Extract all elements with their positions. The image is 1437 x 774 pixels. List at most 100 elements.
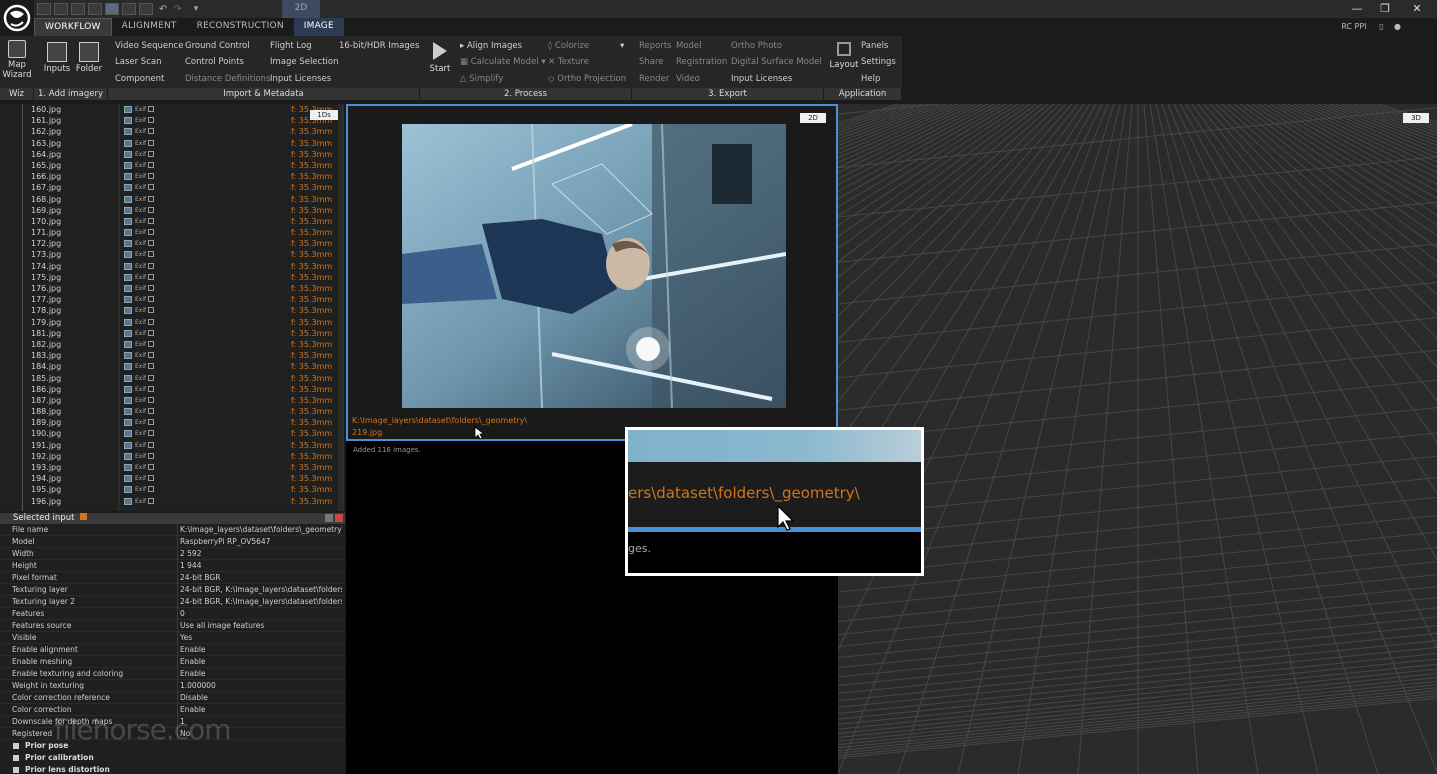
list-scrollbar[interactable] [338,104,342,511]
texture-tag-icon[interactable] [124,106,132,113]
file-checkbox[interactable] [148,195,154,202]
file-row[interactable]: 167.jpg Exif f: 35.3mm [0,182,342,193]
texture-tag-icon[interactable] [124,195,132,203]
ground-control-button[interactable]: Ground Control [185,41,250,51]
file-row[interactable]: 164.jpg Exif f: 35.3mm [0,149,342,160]
model-button[interactable]: Model [676,41,702,51]
file-row[interactable]: 171.jpg Exif f: 35.3mm [0,227,342,238]
property-row[interactable]: Weight in texturing 1.000000 [0,680,345,692]
file-row[interactable]: 189.jpg Exif f: 35.3mm [0,417,342,428]
panels-button[interactable]: Panels [861,41,888,51]
file-checkbox[interactable] [148,464,154,470]
file-checkbox[interactable] [148,217,154,224]
texture-tag-icon[interactable] [124,128,132,136]
file-row[interactable]: 166.jpg Exif f: 35.3mm [0,171,342,182]
texture-tag-icon[interactable] [124,475,132,483]
badge-1ds[interactable]: 1Ds [310,110,338,120]
tab-reconstruction[interactable]: RECONSTRUCTION [187,18,294,36]
file-row[interactable]: 184.jpg Exif f: 35.3mm [0,361,342,372]
file-checkbox[interactable] [148,419,154,426]
texture-tag-icon[interactable] [124,419,132,427]
minimize-button[interactable]: — [1343,2,1371,15]
file-checkbox[interactable] [148,486,154,493]
file-checkbox[interactable] [148,229,154,236]
tab-image[interactable]: IMAGE [293,18,344,36]
texture-tag-icon[interactable] [124,206,132,214]
panel-close-icon[interactable] [335,514,343,522]
panel-menu-icon[interactable] [325,514,333,522]
texture-tag-icon[interactable] [124,117,132,125]
file-row[interactable]: 187.jpg Exif f: 35.3mm [0,395,342,406]
input-licenses-export-button[interactable]: Input Licenses [731,74,792,84]
file-checkbox[interactable] [148,307,154,314]
property-row[interactable]: Enable alignment Enable [0,644,345,656]
badge-2d[interactable]: 2D [800,113,826,123]
digital-surface-model-button[interactable]: Digital Surface Model [731,57,822,67]
tab-workflow[interactable]: WORKFLOW [34,18,112,36]
file-row[interactable]: 188.jpg Exif f: 35.3mm [0,406,342,417]
image-selection-button[interactable]: Image Selection [270,57,339,67]
layout-1-button[interactable] [37,3,51,15]
file-row[interactable]: 196.jpg Exif f: 35.3mm [0,496,342,507]
texture-tag-icon[interactable] [124,161,132,169]
property-value[interactable]: 24-bit BGR, K:\Image_layers\dataset\fold… [180,596,342,608]
file-row[interactable]: 179.jpg Exif f: 35.3mm [0,317,342,328]
file-checkbox[interactable] [148,139,154,146]
process-menu-icon[interactable]: ▾ [620,41,624,51]
file-row[interactable]: 168.jpg Exif f: 35.3mm [0,194,342,205]
property-value[interactable]: Disable [180,692,342,704]
layout-7-button[interactable] [139,3,153,15]
texture-tag-icon[interactable] [124,139,132,147]
quick-access-menu-icon[interactable]: ▾ [194,4,199,14]
texture-tag-icon[interactable] [124,262,132,270]
property-value[interactable]: 1 944 [180,560,342,572]
file-row[interactable]: 174.jpg Exif f: 35.3mm [0,261,342,272]
property-value[interactable]: 1.000000 [180,680,342,692]
file-row[interactable]: 177.jpg Exif f: 35.3mm [0,294,342,305]
file-checkbox[interactable] [148,408,154,415]
property-value[interactable]: Yes [180,632,342,644]
hdr-images-button[interactable]: 16-bit/HDR Images [339,41,419,51]
property-row[interactable]: Width 2 592 [0,548,345,560]
property-row[interactable]: Features source Use all image features [0,620,345,632]
texture-tag-icon[interactable] [124,452,132,460]
texture-tag-icon[interactable] [124,340,132,348]
layout-2-button[interactable] [54,3,68,15]
property-value[interactable]: 24-bit BGR, K:\Image_layers\dataset\fold… [180,584,342,596]
file-row[interactable]: 195.jpg Exif f: 35.3mm [0,484,342,495]
file-row[interactable]: 191.jpg Exif f: 35.3mm [0,440,342,451]
property-row[interactable]: Texturing layer 24-bit BGR, K:\Image_laye… [0,584,345,596]
file-row[interactable]: 165.jpg Exif f: 35.3mm [0,160,342,171]
file-checkbox[interactable] [148,340,154,347]
file-checkbox[interactable] [148,106,154,112]
file-row[interactable]: 183.jpg Exif f: 35.3mm [0,350,342,361]
property-value[interactable]: RaspberryPi RP_OV5647 [180,536,342,548]
property-group[interactable]: Prior lens distortion [0,764,345,774]
file-checkbox[interactable] [148,396,154,403]
file-checkbox[interactable] [148,452,154,459]
file-checkbox[interactable] [148,329,154,336]
file-checkbox[interactable] [148,374,154,381]
file-row[interactable]: 175.jpg Exif f: 35.3mm [0,272,342,283]
tab-alignment[interactable]: ALIGNMENT [112,18,187,36]
texture-tag-icon[interactable] [124,441,132,449]
start-button[interactable]: Start [426,42,454,74]
context-tab-2d[interactable]: 2D [282,0,320,18]
texture-tag-icon[interactable] [124,184,132,192]
video-sequence-button[interactable]: Video Sequence [115,41,183,51]
file-checkbox[interactable] [148,173,154,180]
view-3d[interactable] [838,104,1437,774]
distance-definitions-button[interactable]: Distance Definitions [185,74,270,84]
file-checkbox[interactable] [148,117,154,124]
texture-tag-icon[interactable] [124,150,132,158]
map-wizard-button[interactable]: Map Wizard [2,40,32,80]
file-checkbox[interactable] [148,161,154,168]
texture-tag-icon[interactable] [124,374,132,382]
property-row[interactable]: Model RaspberryPi RP_OV5647 [0,536,345,548]
file-checkbox[interactable] [148,273,154,280]
property-row[interactable]: Features 0 [0,608,345,620]
texture-tag-icon[interactable] [124,385,132,393]
file-checkbox[interactable] [148,318,154,325]
property-row[interactable]: Height 1 944 [0,560,345,572]
file-checkbox[interactable] [148,240,154,247]
